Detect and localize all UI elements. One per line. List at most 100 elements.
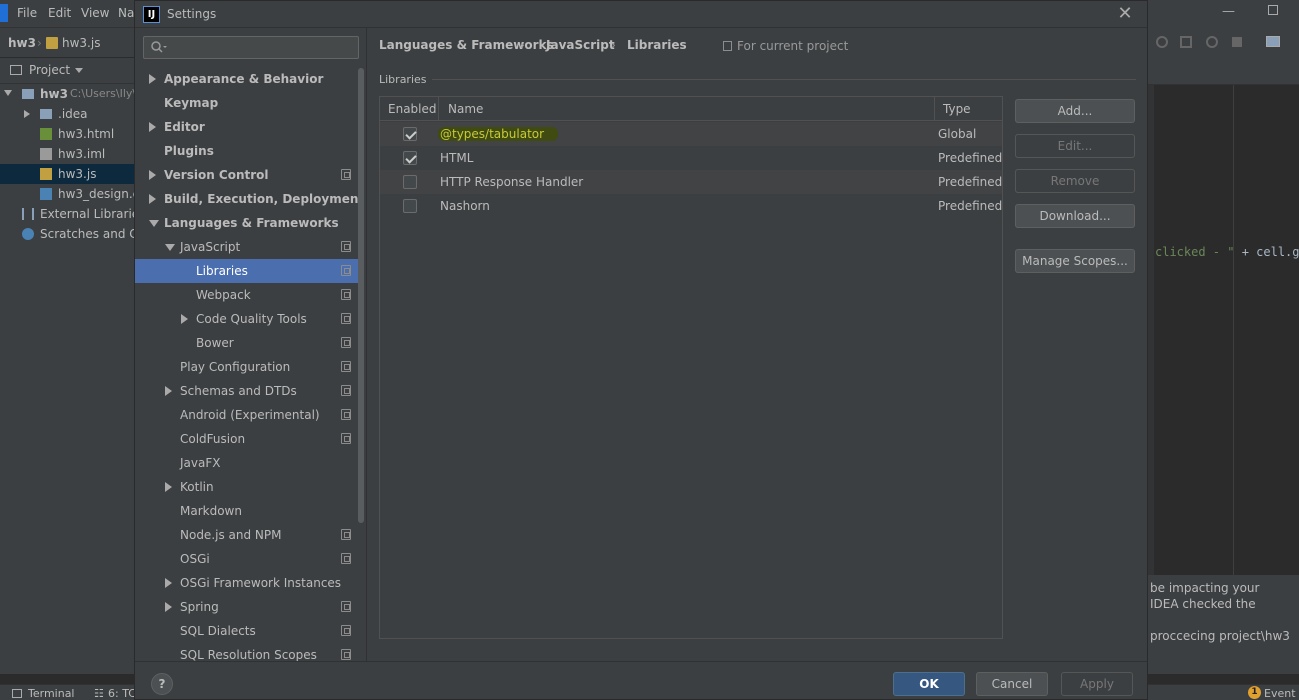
sidebar-item-version-control[interactable]: Version Control — [135, 163, 358, 187]
sidebar-item-libraries[interactable]: Libraries — [135, 259, 358, 283]
column-divider — [438, 97, 439, 121]
project-structure-icon[interactable] — [1266, 36, 1280, 47]
close-icon[interactable]: ✕ — [1113, 3, 1137, 25]
ok-button[interactable]: OK — [893, 672, 965, 696]
chevron-right-icon[interactable] — [181, 314, 188, 324]
breadcrumb-javascript[interactable]: JavaScript — [546, 38, 615, 52]
sidebar-scrollbar[interactable] — [358, 68, 364, 523]
column-name[interactable]: Name — [448, 102, 483, 116]
project-scope-icon — [341, 433, 351, 444]
tree-item-hw3[interactable]: hw3 C:\Users\Ily\ — [0, 84, 134, 104]
project-scope-icon — [341, 313, 351, 324]
stop-icon[interactable] — [1232, 37, 1242, 47]
status-todo[interactable]: 6: TC — [108, 687, 136, 700]
chevron-right-icon[interactable] — [149, 122, 156, 132]
sidebar-item-plugins[interactable]: Plugins — [135, 139, 358, 163]
enabled-checkbox[interactable] — [403, 127, 417, 141]
dialog-title: Settings — [167, 7, 217, 21]
sidebar-item-kotlin[interactable]: Kotlin — [135, 475, 358, 499]
chevron-right-icon[interactable] — [165, 386, 172, 396]
minimize-icon[interactable]: — — [1222, 4, 1235, 19]
sidebar-item-editor[interactable]: Editor — [135, 115, 358, 139]
scope-note: For current project — [737, 39, 849, 53]
menu-edit[interactable]: Edit — [48, 6, 71, 20]
tree-item-external-libraries[interactable]: External Libraries — [0, 204, 134, 224]
menu-file[interactable]: File — [17, 6, 37, 20]
chevron-right-icon[interactable] — [165, 578, 172, 588]
sidebar-item-schemas-and-dtds[interactable]: Schemas and DTDs — [135, 379, 358, 403]
tree-item-css[interactable]: hw3_design.cs — [0, 184, 134, 204]
tree-item-scratches[interactable]: Scratches and Cor — [0, 224, 134, 244]
chevron-down-icon[interactable] — [75, 68, 83, 73]
chevron-right-icon[interactable] — [149, 170, 156, 180]
sidebar-item-sql-resolution-scopes[interactable]: SQL Resolution Scopes — [135, 643, 358, 661]
menu-navigate[interactable]: Na — [118, 6, 134, 20]
nav-project[interactable]: hw3 — [8, 36, 36, 50]
chevron-right-icon[interactable] — [149, 74, 156, 84]
sidebar-item-spring[interactable]: Spring — [135, 595, 358, 619]
chevron-right-icon[interactable] — [165, 602, 172, 612]
tree-item-idea[interactable]: .idea — [0, 104, 134, 124]
chevron-right-icon[interactable] — [149, 194, 156, 204]
apply-button[interactable]: Apply — [1061, 672, 1133, 696]
manage-scopes-button[interactable]: Manage Scopes... — [1015, 249, 1135, 273]
sidebar-item-languages-frameworks[interactable]: Languages & Frameworks — [135, 211, 358, 235]
cancel-button[interactable]: Cancel — [976, 672, 1048, 696]
breadcrumb-languages[interactable]: Languages & Frameworks — [379, 38, 554, 52]
remove-library-button[interactable]: Remove — [1015, 169, 1135, 193]
chevron-down-icon[interactable] — [149, 220, 159, 227]
edit-library-button[interactable]: Edit... — [1015, 134, 1135, 158]
download-library-button[interactable]: Download... — [1015, 204, 1135, 228]
table-row[interactable]: @types/tabulator Global — [380, 122, 1002, 146]
sidebar-item-build-execution-deployment[interactable]: Build, Execution, Deployment — [135, 187, 364, 211]
coverage-icon[interactable] — [1180, 36, 1192, 48]
menu-view[interactable]: View — [81, 6, 109, 20]
section-divider — [432, 79, 1136, 80]
sidebar-item-webpack[interactable]: Webpack — [135, 283, 358, 307]
help-button[interactable]: ? — [151, 673, 173, 695]
notification-line: proccecing project\hw3 — [1150, 629, 1290, 643]
tree-item-html[interactable]: hw3.html — [0, 124, 134, 144]
table-row[interactable]: HTTP Response Handler Predefined — [380, 170, 1002, 194]
sidebar-item-node-js-and-npm[interactable]: Node.js and NPM — [135, 523, 358, 547]
table-row[interactable]: Nashorn Predefined — [380, 194, 1002, 218]
tree-item-js[interactable]: hw3.js — [0, 164, 134, 184]
notification-balloon: be impacting your IDEA checked the procc… — [1148, 575, 1299, 674]
enabled-checkbox[interactable] — [403, 151, 417, 165]
sidebar-item-javascript[interactable]: JavaScript — [135, 235, 358, 259]
sidebar-item-osgi[interactable]: OSGi — [135, 547, 358, 571]
sidebar-item-appearance-behavior[interactable]: Appearance & Behavior — [135, 67, 358, 91]
sidebar-item-sql-dialects[interactable]: SQL Dialects — [135, 619, 358, 643]
js-file-icon — [46, 37, 58, 49]
sidebar-item-label: Android (Experimental) — [180, 408, 320, 422]
sidebar-item-markdown[interactable]: Markdown — [135, 499, 358, 523]
sidebar-item-javafx[interactable]: JavaFX — [135, 451, 358, 475]
project-tool-label[interactable]: Project — [29, 63, 70, 77]
sidebar-item-code-quality-tools[interactable]: Code Quality Tools — [135, 307, 358, 331]
sidebar-item-bower[interactable]: Bower — [135, 331, 358, 355]
enabled-checkbox[interactable] — [403, 175, 417, 189]
table-row[interactable]: HTML Predefined — [380, 146, 1002, 170]
sidebar-item-coldfusion[interactable]: ColdFusion — [135, 427, 358, 451]
status-terminal[interactable]: Terminal — [28, 687, 75, 700]
chevron-right-icon[interactable] — [165, 482, 172, 492]
sidebar-item-osgi-framework-instances[interactable]: OSGi Framework Instances — [135, 571, 358, 595]
gear-icon[interactable] — [1156, 36, 1168, 48]
add-library-button[interactable]: Add... — [1015, 99, 1135, 123]
sidebar-item-play-configuration[interactable]: Play Configuration — [135, 355, 358, 379]
sidebar-item-keymap[interactable]: Keymap — [135, 91, 358, 115]
sidebar-item-label: Markdown — [180, 504, 242, 518]
library-type: Predefined — [938, 199, 1003, 213]
chevron-down-icon[interactable] — [165, 244, 175, 251]
column-type[interactable]: Type — [943, 102, 971, 116]
nav-file[interactable]: hw3.js — [62, 36, 100, 50]
search-input[interactable] — [143, 36, 359, 59]
status-event-log[interactable]: Event L — [1264, 687, 1299, 700]
tree-item-iml[interactable]: hw3.iml — [0, 144, 134, 164]
sidebar-item-label: JavaScript — [180, 240, 241, 254]
restore-icon[interactable] — [1268, 5, 1278, 15]
sidebar-item-android-experimental[interactable]: Android (Experimental) — [135, 403, 358, 427]
enabled-checkbox[interactable] — [403, 199, 417, 213]
profile-icon[interactable] — [1206, 36, 1218, 48]
column-enabled[interactable]: Enabled — [388, 102, 437, 116]
